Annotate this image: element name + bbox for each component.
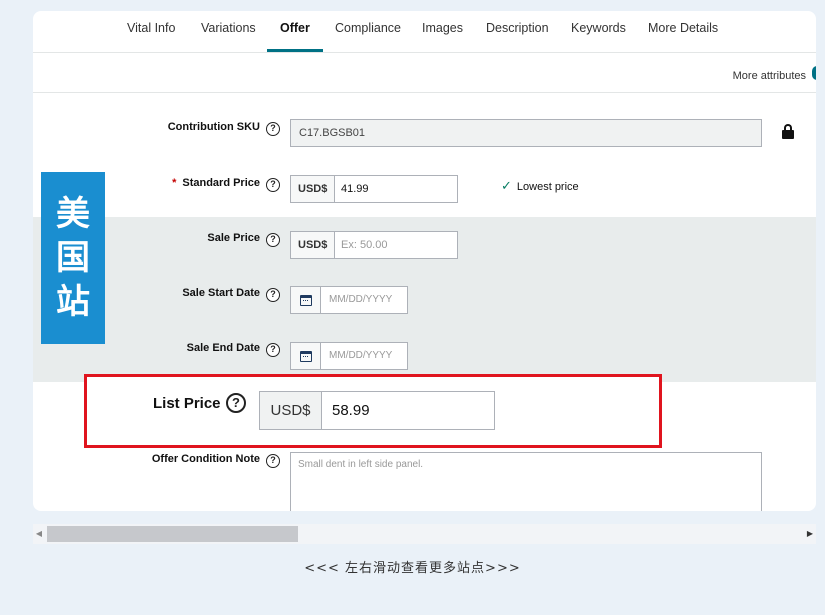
list-price-input[interactable]: USD$ 58.99: [259, 391, 495, 430]
sale-end-date-label: Sale End Date: [186, 342, 260, 354]
lock-icon: [782, 124, 794, 139]
calendar-button[interactable]: [291, 343, 321, 369]
calendar-button[interactable]: [291, 287, 321, 313]
tab-more-details[interactable]: More Details: [648, 21, 718, 35]
calendar-icon: [300, 295, 312, 306]
scroll-right-arrow-icon[interactable]: ▶: [804, 524, 816, 544]
help-icon[interactable]: ?: [266, 178, 280, 192]
list-price-highlight: List Price ? USD$ 58.99: [84, 374, 662, 448]
tab-description[interactable]: Description: [486, 21, 549, 35]
required-marker: *: [172, 177, 177, 189]
currency-prefix: USD$: [260, 392, 322, 429]
standard-price-value: 41.99: [341, 183, 369, 195]
offer-condition-note-label: Offer Condition Note: [151, 453, 260, 465]
contribution-sku-value: C17.BGSB01: [299, 127, 366, 139]
standard-price-input[interactable]: USD$ 41.99: [290, 175, 458, 203]
standard-price-label: * Standard Price: [172, 177, 260, 189]
help-icon[interactable]: ?: [266, 233, 280, 247]
tab-offer[interactable]: Offer: [280, 21, 310, 35]
tab-vital-info[interactable]: Vital Info: [127, 21, 175, 35]
help-icon[interactable]: ?: [266, 288, 280, 302]
sale-end-date-input[interactable]: MM/DD/YYYY: [290, 342, 408, 370]
offer-condition-note-textarea[interactable]: Small dent in left side panel.: [290, 452, 762, 511]
list-price-label: List Price: [153, 395, 221, 412]
help-icon[interactable]: ?: [266, 454, 280, 468]
banner-char: 国: [56, 238, 90, 278]
scroll-hint-text: <<< 左右滑动查看更多站点>>>: [304, 561, 521, 576]
attributes-toolbar: More attributes: [33, 53, 816, 93]
active-tab-indicator: [267, 49, 323, 52]
contribution-sku-field: C17.BGSB01: [290, 119, 762, 147]
lowest-price-status: ✓ Lowest price: [501, 178, 579, 194]
scrollbar-thumb[interactable]: [47, 526, 298, 542]
banner-char: 美: [56, 194, 90, 234]
calendar-icon: [300, 351, 312, 362]
tab-keywords[interactable]: Keywords: [571, 21, 626, 35]
tab-images[interactable]: Images: [422, 21, 463, 35]
us-marketplace-banner: 美 国 站: [41, 172, 105, 344]
sale-price-placeholder: Ex: 50.00: [341, 239, 388, 251]
sale-start-date-label: Sale Start Date: [182, 287, 260, 299]
banner-char: 站: [56, 282, 90, 322]
tab-compliance[interactable]: Compliance: [335, 21, 401, 35]
scroll-left-arrow-icon[interactable]: ◀: [33, 524, 45, 544]
sale-start-date-placeholder: MM/DD/YYYY: [329, 294, 393, 305]
help-icon[interactable]: ?: [266, 122, 280, 136]
contribution-sku-label: Contribution SKU: [167, 121, 260, 133]
lowest-price-text: Lowest price: [516, 181, 579, 193]
sale-end-date-placeholder: MM/DD/YYYY: [329, 350, 393, 361]
horizontal-scrollbar[interactable]: ◀ ▶: [33, 524, 816, 544]
checkmark-icon: ✓: [501, 178, 512, 193]
currency-prefix: USD$: [291, 232, 336, 258]
sale-price-input[interactable]: USD$ Ex: 50.00: [290, 231, 458, 259]
standard-price-label-text: Standard Price: [182, 177, 260, 189]
tab-variations[interactable]: Variations: [201, 21, 256, 35]
currency-prefix: USD$: [291, 176, 336, 202]
list-price-value: 58.99: [332, 402, 370, 419]
sale-price-label: Sale Price: [207, 232, 260, 244]
sale-start-date-input[interactable]: MM/DD/YYYY: [290, 286, 408, 314]
toggle-switch-icon[interactable]: [812, 66, 816, 80]
help-icon[interactable]: ?: [266, 343, 280, 357]
more-attributes-toggle[interactable]: More attributes: [733, 70, 806, 82]
tab-bar: Vital Info Variations Offer Compliance I…: [33, 11, 816, 53]
help-icon[interactable]: ?: [226, 393, 246, 413]
